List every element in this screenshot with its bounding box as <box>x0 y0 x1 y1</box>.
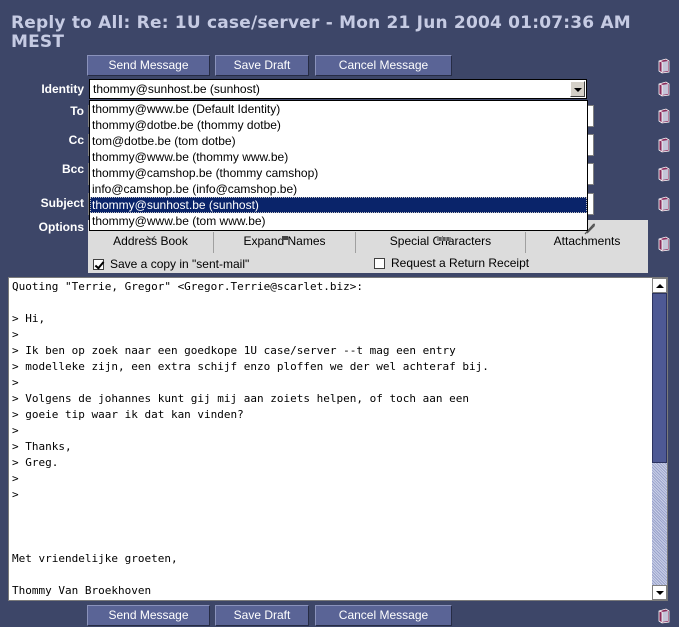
help-book-icon[interactable] <box>657 137 671 153</box>
top-toolbar: Send Message Save Draft Cancel Message <box>0 55 679 77</box>
options-label: Options <box>38 220 84 234</box>
cc-label: Cc <box>68 133 84 147</box>
message-body-textarea[interactable]: Quoting "Terrie, Gregor" <Gregor.Terrie@… <box>8 277 668 601</box>
identity-select[interactable]: thommy@sunhost.be (sunhost) <box>89 79 587 99</box>
attachments-button[interactable]: Attachments <box>526 232 648 253</box>
title-line-1: Reply to All: Re: 1U case/server - Mon 2… <box>11 13 631 33</box>
to-label: To <box>70 104 84 118</box>
help-book-icon[interactable] <box>657 166 671 182</box>
identity-option[interactable]: info@camshop.be (info@camshop.be) <box>90 181 587 197</box>
identity-option[interactable]: thommy@dotbe.be (thommy dotbe) <box>90 117 587 133</box>
bottom-toolbar: Send Message Save Draft Cancel Message <box>0 605 679 627</box>
identity-selected-value: thommy@sunhost.be (sunhost) <box>93 82 260 96</box>
cancel-message-button[interactable]: Cancel Message <box>315 55 452 76</box>
identity-label: Identity <box>41 82 84 96</box>
identity-dropdown-list: thommy@www.be (Default Identity) thommy@… <box>89 100 588 231</box>
save-draft-button[interactable]: Save Draft <box>215 605 309 626</box>
save-draft-button[interactable]: Save Draft <box>215 55 309 76</box>
help-book-icon[interactable] <box>657 196 671 212</box>
identity-option[interactable]: thommy@www.be (thommy www.be) <box>90 149 587 165</box>
help-book-icon[interactable] <box>657 236 671 252</box>
send-message-button[interactable]: Send Message <box>87 55 210 76</box>
help-book-icon[interactable] <box>657 108 671 124</box>
bcc-label: Bcc <box>61 162 84 176</box>
subject-label: Subject <box>40 196 84 210</box>
scroll-track[interactable] <box>652 463 667 585</box>
return-receipt-option[interactable]: Request a Return Receipt <box>366 253 648 273</box>
vertical-scrollbar[interactable] <box>652 278 667 600</box>
save-copy-option[interactable]: Save a copy in "sent-mail" <box>88 253 366 273</box>
window-title: Reply to All: Re: 1U case/server - Mon 2… <box>0 0 679 56</box>
identity-option[interactable]: thommy@camshop.be (thommy camshop) <box>90 165 587 181</box>
identity-option[interactable]: thommy@www.be (tom www.be) <box>90 213 587 229</box>
return-receipt-label: Request a Return Receipt <box>391 256 530 270</box>
scroll-down-icon[interactable] <box>652 585 667 600</box>
message-body-text[interactable]: Quoting "Terrie, Gregor" <Gregor.Terrie@… <box>12 279 652 599</box>
attachments-label: Attachments <box>553 234 621 248</box>
save-copy-label: Save a copy in "sent-mail" <box>110 257 250 271</box>
special-characters-button[interactable]: Special Characters <box>356 232 526 253</box>
scroll-thumb[interactable] <box>652 293 667 463</box>
help-book-icon[interactable] <box>657 608 671 624</box>
send-message-button[interactable]: Send Message <box>87 605 210 626</box>
help-book-icon[interactable] <box>657 81 671 97</box>
scroll-up-icon[interactable] <box>652 278 667 293</box>
identity-option[interactable]: tom@dotbe.be (tom dotbe) <box>90 133 587 149</box>
help-book-icon[interactable] <box>657 58 671 74</box>
return-receipt-checkbox[interactable] <box>374 258 385 270</box>
cancel-message-button[interactable]: Cancel Message <box>315 605 452 626</box>
identity-option-selected[interactable]: thommy@sunhost.be (sunhost) <box>90 197 587 213</box>
compose-window: Reply to All: Re: 1U case/server - Mon 2… <box>0 0 679 627</box>
save-copy-checkbox[interactable] <box>93 259 104 271</box>
title-line-2: MEST <box>11 32 65 52</box>
chevron-down-icon[interactable] <box>570 81 585 97</box>
identity-option[interactable]: thommy@www.be (Default Identity) <box>90 101 587 117</box>
